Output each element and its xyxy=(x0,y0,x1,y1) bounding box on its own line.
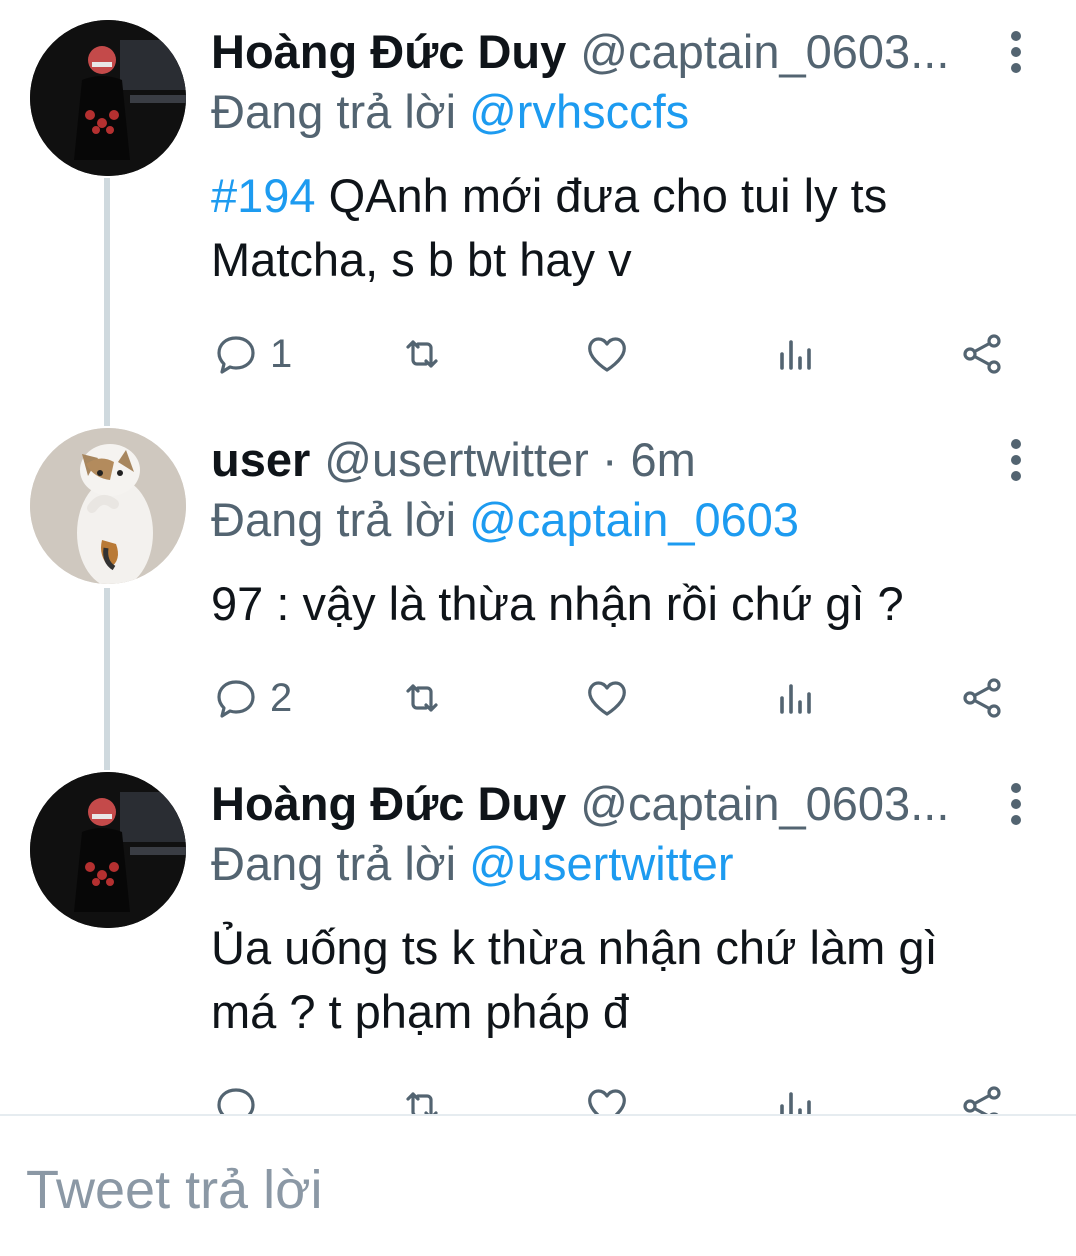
tweet-text-line: Ủa uống ts k thừa nhận chứ làm gì xyxy=(211,921,938,974)
tweet[interactable]: Hoàng Đức Duy @captain_0603... Đang trả … xyxy=(0,20,1076,410)
avatar[interactable] xyxy=(30,772,186,928)
avatar-image xyxy=(30,772,186,928)
mention-link[interactable]: @usertwitter xyxy=(469,837,734,890)
replying-to: Đang trả lời @captain_0603 xyxy=(211,488,799,552)
avatar-image xyxy=(30,20,186,176)
more-vertical-icon[interactable] xyxy=(996,782,1036,846)
analytics-button[interactable] xyxy=(772,1076,820,1114)
analytics-icon xyxy=(780,684,811,714)
replying-label: Đang trả lời xyxy=(211,493,457,546)
reply-icon xyxy=(217,1088,255,1114)
user-handle[interactable]: @captain_0603... xyxy=(580,20,949,84)
like-button[interactable] xyxy=(583,668,631,728)
retweet-icon xyxy=(406,1092,438,1114)
replying-label: Đang trả lời xyxy=(211,85,457,138)
display-name[interactable]: user xyxy=(211,428,310,492)
analytics-button[interactable] xyxy=(772,324,820,384)
display-name[interactable]: Hoàng Đức Duy xyxy=(211,772,566,836)
tweet-text-line: má ? t phạm pháp đ xyxy=(211,985,630,1038)
heart-icon xyxy=(588,337,626,372)
heart-icon xyxy=(588,1089,626,1114)
reply-button[interactable]: 1 xyxy=(212,324,292,384)
retweet-icon xyxy=(406,684,438,712)
tweet-header: user @usertwitter · 6m xyxy=(211,428,696,492)
reply-icon xyxy=(217,680,255,718)
mention-link[interactable]: @rvhsccfs xyxy=(469,85,689,138)
retweet-icon xyxy=(406,340,438,368)
share-button[interactable] xyxy=(958,1076,1006,1114)
reply-count: 2 xyxy=(270,675,293,720)
tweet-header: Hoàng Đức Duy @captain_0603... xyxy=(211,772,949,836)
mention-link[interactable]: @captain_0603 xyxy=(469,493,799,546)
retweet-button[interactable] xyxy=(398,1076,446,1114)
hashtag-link[interactable]: #194 xyxy=(211,169,316,222)
tweet-text-line: 97 : vậy là thừa nhận rồi chứ gì ? xyxy=(211,577,904,630)
user-handle[interactable]: @captain_0603... xyxy=(580,772,949,836)
share-icon xyxy=(963,1086,1001,1114)
replying-label: Đang trả lời xyxy=(211,837,457,890)
share-button[interactable] xyxy=(958,668,1006,728)
tweet-text: Ủa uống ts k thừa nhận chứ làm gì má ? t… xyxy=(211,916,1051,1044)
more-vertical-icon[interactable] xyxy=(996,438,1036,502)
user-handle[interactable]: @usertwitter · 6m xyxy=(324,428,696,492)
tweet-header: Hoàng Đức Duy @captain_0603... xyxy=(211,20,949,84)
tweet-text-line: Matcha, s b bt hay v xyxy=(211,233,632,286)
avatar[interactable] xyxy=(30,20,186,176)
tweet-thread: Hoàng Đức Duy @captain_0603... Đang trả … xyxy=(0,0,1076,1114)
tweet[interactable]: Hoàng Đức Duy @captain_0603... Đang trả … xyxy=(0,772,1076,1114)
replying-to: Đang trả lời @rvhsccfs xyxy=(211,80,689,144)
reply-icon xyxy=(217,336,255,374)
share-button[interactable] xyxy=(958,324,1006,384)
tweet[interactable]: user @usertwitter · 6m Đang trả lời @cap… xyxy=(0,428,1076,748)
tweet-actions: 2 xyxy=(0,668,1076,728)
share-icon xyxy=(963,678,1001,718)
tweet-text: 97 : vậy là thừa nhận rồi chứ gì ? xyxy=(211,572,1051,636)
retweet-button[interactable] xyxy=(398,668,446,728)
analytics-icon xyxy=(780,340,811,370)
like-button[interactable] xyxy=(583,324,631,384)
heart-icon xyxy=(588,681,626,716)
reply-button[interactable] xyxy=(212,1076,270,1114)
share-icon xyxy=(963,334,1001,374)
tweet-actions xyxy=(0,1076,1076,1114)
replying-to: Đang trả lời @usertwitter xyxy=(211,832,734,896)
reply-button[interactable]: 2 xyxy=(212,668,292,728)
reply-count: 1 xyxy=(270,331,293,376)
tweet-text-line: QAnh mới đưa cho tui ly ts xyxy=(315,169,888,222)
analytics-button[interactable] xyxy=(772,668,820,728)
tweet-text: #194 QAnh mới đưa cho tui ly ts Matcha, … xyxy=(211,164,1051,292)
tweet-actions: 1 xyxy=(0,324,1076,384)
retweet-button[interactable] xyxy=(398,324,446,384)
display-name[interactable]: Hoàng Đức Duy xyxy=(211,20,566,84)
avatar-image xyxy=(30,428,186,584)
more-vertical-icon[interactable] xyxy=(996,30,1036,94)
reply-input[interactable] xyxy=(26,1150,926,1230)
avatar[interactable] xyxy=(30,428,186,584)
like-button[interactable] xyxy=(583,1076,631,1114)
analytics-icon xyxy=(780,1092,811,1114)
